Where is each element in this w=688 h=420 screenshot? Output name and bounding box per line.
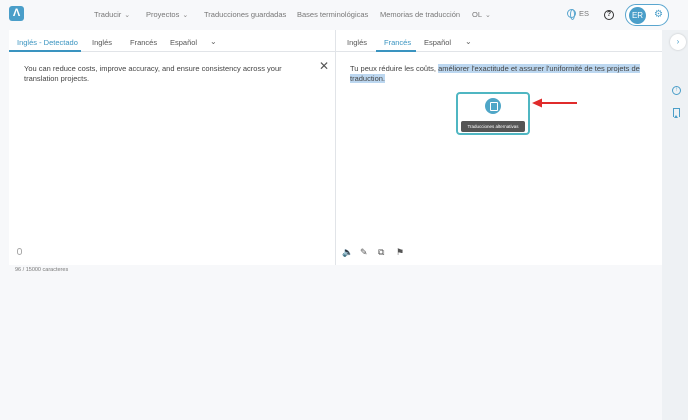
- nav-memorias-traduccion[interactable]: Memorias de traducción: [380, 10, 460, 19]
- top-navbar: Λ Traducir ⌄ Proyectos ⌄ Traducciones gu…: [0, 0, 688, 30]
- globe-icon: [567, 9, 576, 20]
- upload-icon[interactable]: ↑: [672, 86, 681, 95]
- tab-ingles-detectado[interactable]: Inglés - Detectado: [17, 38, 78, 47]
- user-menu[interactable]: ER ⚙: [625, 4, 669, 26]
- active-tab-indicator: [9, 50, 81, 52]
- source-text-input[interactable]: You can reduce costs, improve accuracy, …: [24, 64, 314, 84]
- language-code: ES: [579, 9, 590, 18]
- language-selector[interactable]: ES: [567, 9, 590, 20]
- avatar[interactable]: ER: [629, 7, 646, 24]
- tab-frances[interactable]: Francés: [130, 38, 157, 47]
- app-logo[interactable]: Λ: [9, 6, 24, 21]
- nav-label: Bases terminológicas: [297, 10, 369, 19]
- character-count: 96 / 15000 caracteres: [15, 267, 69, 273]
- chevron-down-icon[interactable]: ⌄: [465, 37, 472, 46]
- speaker-icon[interactable]: 🔈: [342, 247, 353, 257]
- bookmark-icon[interactable]: [673, 108, 680, 118]
- gear-icon[interactable]: ⚙: [654, 10, 663, 20]
- tab-espanol[interactable]: Español: [170, 38, 197, 47]
- nav-proyectos[interactable]: Proyectos ⌄: [146, 10, 188, 19]
- copy-icon[interactable]: ⧉: [378, 247, 384, 257]
- nav-ol[interactable]: OL ⌄: [472, 10, 491, 19]
- chevron-down-icon[interactable]: ⌄: [210, 37, 217, 46]
- active-tab-indicator: [376, 50, 416, 52]
- nav-traducciones-guardadas[interactable]: Traducciones guardadas: [204, 10, 286, 19]
- chevron-down-icon: ⌄: [124, 11, 131, 19]
- target-panel: Inglés Francés Español ⌄ Tu peux réduire…: [336, 30, 662, 265]
- chevron-down-icon: ⌄: [485, 11, 491, 19]
- nav-label: Proyectos: [146, 10, 180, 19]
- tab-frances[interactable]: Francés: [384, 38, 411, 47]
- annotation-arrow: [532, 98, 577, 108]
- source-panel: Inglés - Detectado Inglés Francés Españo…: [9, 30, 335, 265]
- nav-label: Traducir: [94, 10, 122, 19]
- alternative-translations-popup: Traducciones alternativas: [456, 92, 530, 135]
- microphone-icon[interactable]: [17, 248, 22, 255]
- pencil-icon[interactable]: ✎: [360, 247, 368, 257]
- flag-icon[interactable]: ⚑: [396, 247, 404, 257]
- chevron-right-icon[interactable]: ›: [670, 34, 686, 50]
- close-icon[interactable]: ✕: [319, 59, 329, 73]
- chevron-down-icon: ⌄: [182, 11, 189, 19]
- source-language-tabs: Inglés - Detectado Inglés Francés Españo…: [9, 30, 335, 52]
- nav-label: Memorias de traducción: [380, 10, 461, 19]
- right-sidebar-rail: › ↑: [662, 30, 688, 420]
- translated-text-plain: Tu peux réduire les coûts,: [350, 64, 439, 73]
- tab-ingles[interactable]: Inglés: [347, 38, 367, 47]
- tab-espanol[interactable]: Español: [424, 38, 451, 47]
- tab-ingles[interactable]: Inglés: [92, 38, 112, 47]
- alternatives-tooltip: Traducciones alternativas: [461, 121, 525, 132]
- alternatives-icon[interactable]: [485, 98, 501, 114]
- help-icon[interactable]: ?: [604, 10, 614, 20]
- translated-text[interactable]: Tu peux réduire les coûts, améliorer l'e…: [350, 64, 640, 84]
- nav-traducir[interactable]: Traducir ⌄: [94, 10, 130, 19]
- target-language-tabs: Inglés Francés Español ⌄: [336, 30, 662, 52]
- nav-label: OL: [472, 10, 483, 19]
- nav-bases-terminologicas[interactable]: Bases terminológicas: [297, 10, 368, 19]
- nav-label: Traducciones guardadas: [204, 10, 287, 19]
